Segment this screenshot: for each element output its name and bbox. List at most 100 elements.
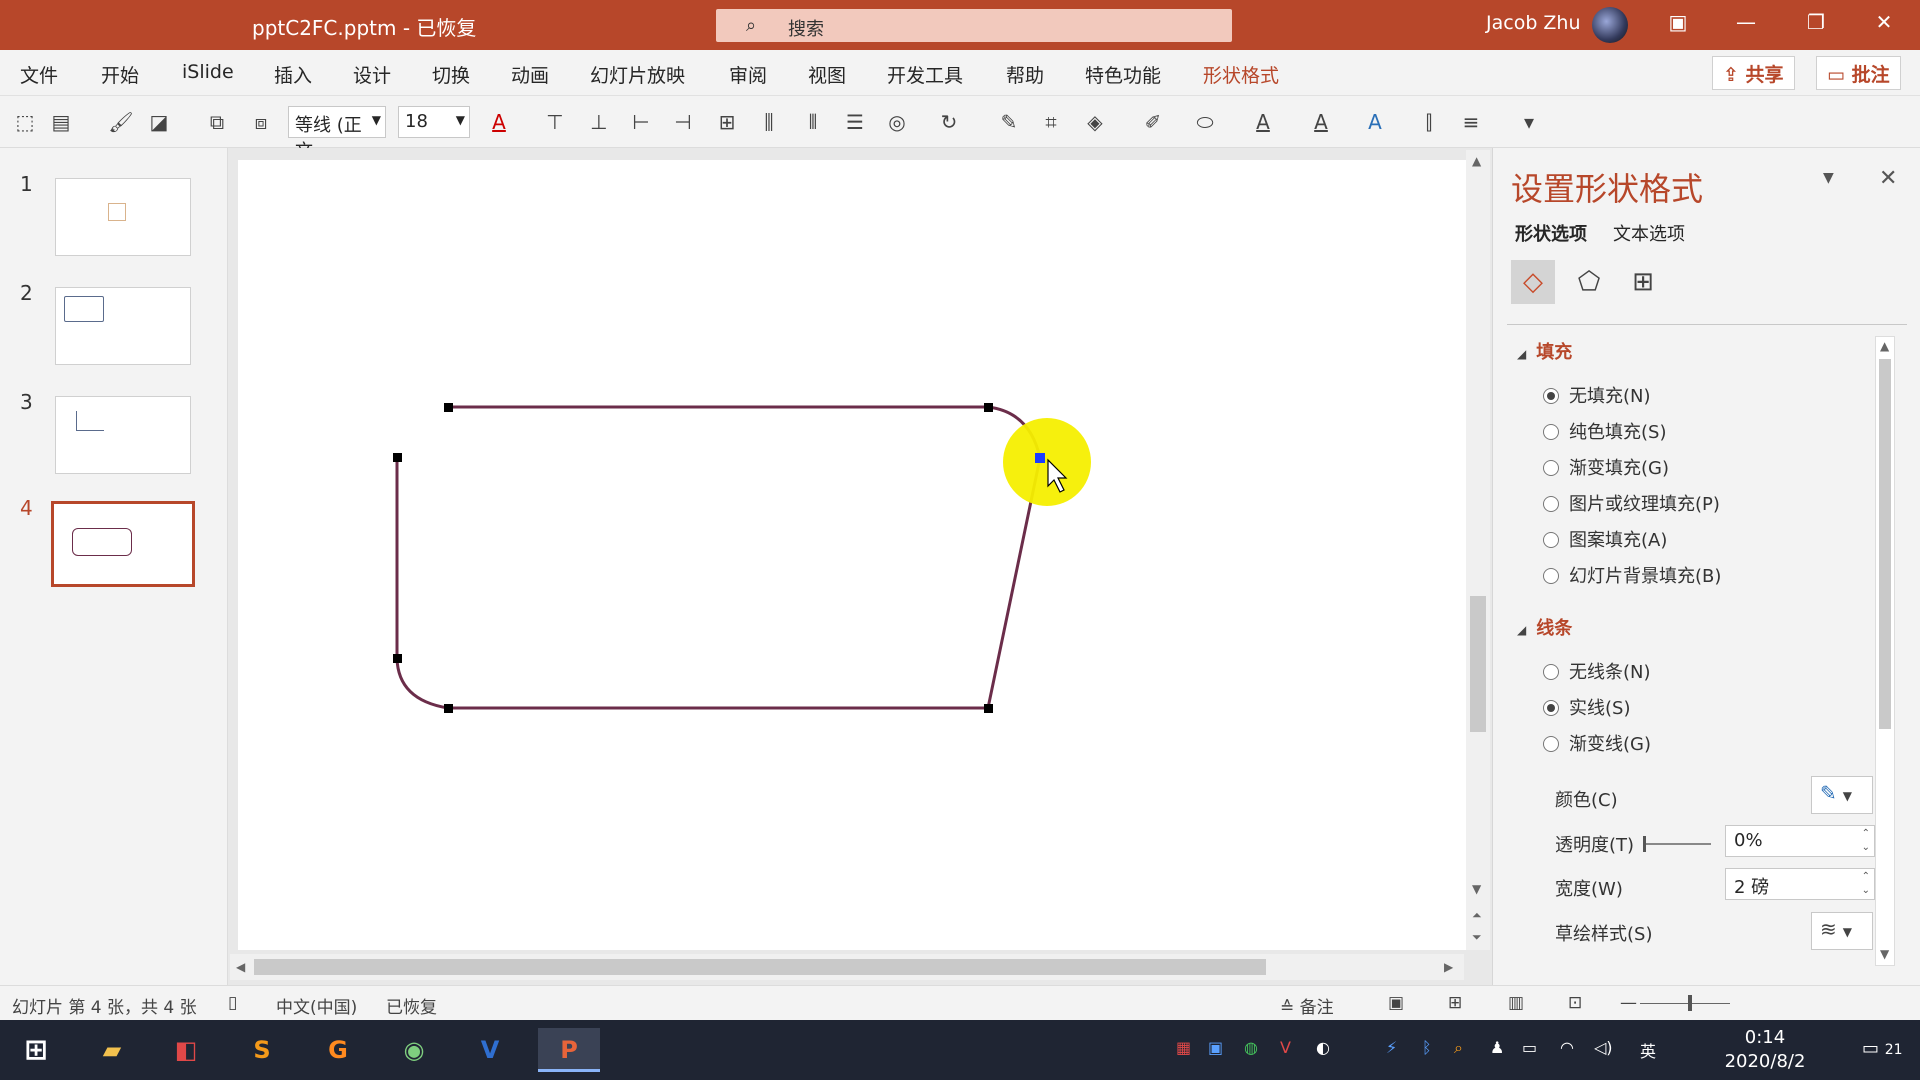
sketch-style-label: 草绘样式(S)	[1555, 924, 1653, 945]
visio-icon[interactable]: V	[466, 1028, 514, 1072]
slideshow-icon[interactable]: ⊡	[1568, 993, 1582, 1013]
tab-shape-options[interactable]: 形状选项	[1515, 220, 1587, 246]
transparency-slider[interactable]	[1643, 836, 1711, 852]
search-tray-icon[interactable]: ⌕	[1454, 1038, 1463, 1058]
tray-app-icon[interactable]: ◐	[1316, 1038, 1330, 1057]
tray-app-icon[interactable]: V	[1280, 1038, 1291, 1057]
sketch-style-button[interactable]: ≋ ▼	[1811, 912, 1873, 950]
ime-icon[interactable]: 英	[1640, 1038, 1656, 1062]
tray-app-icon[interactable]: ▦	[1176, 1038, 1191, 1057]
radio-icon	[1543, 460, 1559, 476]
line-option-none[interactable]: 无线条(N)	[1543, 658, 1651, 684]
width-label: 宽度(W)	[1555, 879, 1623, 900]
scrollbar-thumb[interactable]	[1879, 359, 1891, 729]
slide-sorter-icon[interactable]: ⊞	[1448, 993, 1462, 1013]
scroll-up-icon[interactable]: ▲	[1880, 339, 1889, 353]
wifi-icon[interactable]: ◠	[1560, 1038, 1574, 1057]
vertical-scrollbar[interactable]: ▲ ▼ ⏶ ⏷	[1466, 150, 1490, 950]
tray-app-icon[interactable]: ▣	[1208, 1038, 1223, 1057]
line-option-gradient[interactable]: 渐变线(G)	[1543, 730, 1651, 756]
windows-start-icon[interactable]: ⊞	[12, 1028, 60, 1072]
scroll-down-icon[interactable]: ▼	[1880, 947, 1889, 961]
zoom-slider[interactable]	[1640, 1003, 1730, 1004]
divider	[1507, 324, 1907, 325]
edit-point[interactable]	[444, 403, 453, 412]
app-icon[interactable]: ◧	[162, 1028, 210, 1072]
spellcheck-icon[interactable]: ▯	[228, 993, 237, 1013]
fill-option-none[interactable]: 无填充(N)	[1543, 382, 1651, 408]
collapse-icon: ◢	[1517, 623, 1527, 637]
next-slide-icon[interactable]: ⏷	[1472, 930, 1482, 945]
status-bar: 幻灯片 第 4 张，共 4 张 ▯ 中文(中国) 已恢复 ≙ 备注 ▣ ⊞ ▥ …	[0, 985, 1920, 1020]
edit-point[interactable]	[444, 704, 453, 713]
line-option-solid[interactable]: 实线(S)	[1543, 694, 1630, 720]
effects-icon[interactable]: ⬠	[1567, 260, 1611, 304]
radio-icon	[1543, 568, 1559, 584]
scroll-left-icon[interactable]: ◀	[236, 960, 245, 974]
outline-color-button[interactable]: ✎ ▼	[1811, 776, 1873, 814]
spinner-icon[interactable]: ⌃ ⌄	[1862, 827, 1870, 855]
format-shape-pane: 设置形状格式 ▼ ✕ 形状选项 文本选项 ◇ ⬠ ⊞ ◢ 填充 无填充(N) 纯色…	[1492, 148, 1920, 985]
edit-point[interactable]	[393, 453, 402, 462]
line-section-header[interactable]: ◢ 线条	[1517, 614, 1572, 640]
edit-point[interactable]	[984, 704, 993, 713]
radio-icon	[1543, 700, 1559, 716]
tab-text-options[interactable]: 文本选项	[1613, 220, 1685, 246]
notification-center[interactable]: ▭ 21	[1862, 1038, 1903, 1059]
fill-section-header[interactable]: ◢ 填充	[1517, 338, 1572, 364]
reading-view-icon[interactable]: ▥	[1508, 993, 1524, 1013]
sublime-text-icon[interactable]: S	[238, 1028, 286, 1072]
freeform-shape[interactable]	[395, 405, 1042, 710]
radio-icon	[1543, 424, 1559, 440]
notification-icon: ▭	[1862, 1038, 1880, 1059]
slider-handle[interactable]	[1643, 836, 1646, 852]
battery-icon[interactable]: ▭	[1522, 1038, 1537, 1057]
size-properties-icon[interactable]: ⊞	[1621, 260, 1665, 304]
radio-icon	[1543, 496, 1559, 512]
transparency-input[interactable]: 0% ⌃ ⌄	[1725, 825, 1875, 857]
sketch-style-icon: ≋	[1820, 917, 1837, 941]
edit-point-selected[interactable]	[1035, 453, 1045, 463]
file-explorer-icon[interactable]: ▰	[88, 1028, 136, 1072]
recovered-status: 已恢复	[386, 998, 437, 1018]
pane-scrollbar[interactable]: ▲ ▼	[1875, 336, 1895, 966]
scroll-up-icon[interactable]: ▲	[1472, 154, 1481, 168]
fill-line-icon[interactable]: ◇	[1511, 260, 1555, 304]
fill-option-solid[interactable]: 纯色填充(S)	[1543, 418, 1666, 444]
horizontal-scrollbar[interactable]: ◀ ▶	[230, 954, 1464, 980]
width-input[interactable]: 2 磅 ⌃ ⌄	[1725, 868, 1875, 900]
bluetooth-icon[interactable]: ᛒ	[1422, 1038, 1432, 1057]
wechat-icon[interactable]: ◍	[1244, 1038, 1258, 1057]
fill-option-gradient[interactable]: 渐变填充(G)	[1543, 454, 1669, 480]
chevron-down-icon: ▼	[1842, 925, 1852, 939]
fill-option-pattern[interactable]: 图案填充(A)	[1543, 526, 1667, 552]
previous-slide-icon[interactable]: ⏶	[1472, 908, 1482, 923]
edit-point[interactable]	[984, 403, 993, 412]
chevron-down-icon[interactable]: ▼	[1823, 170, 1834, 186]
normal-view-icon[interactable]: ▣	[1388, 993, 1404, 1013]
chevron-down-icon: ▼	[1842, 789, 1852, 803]
pane-title: 设置形状格式	[1511, 170, 1704, 208]
notes-button[interactable]: ≙ 备注	[1280, 993, 1334, 1018]
scrollbar-thumb[interactable]	[1470, 596, 1486, 732]
powerpoint-icon[interactable]: P	[538, 1028, 600, 1072]
scrollbar-thumb[interactable]	[254, 959, 1266, 975]
tray-app-icon[interactable]: ⚡	[1386, 1038, 1397, 1057]
zoom-out-icon[interactable]: —	[1620, 993, 1637, 1013]
close-icon[interactable]: ✕	[1879, 166, 1897, 191]
zoom-slider-handle[interactable]	[1688, 995, 1692, 1011]
volume-icon[interactable]: ◁)	[1594, 1038, 1613, 1057]
radio-icon	[1543, 388, 1559, 404]
pdf-reader-icon[interactable]: G	[314, 1028, 362, 1072]
browser-icon[interactable]: ◉	[390, 1028, 438, 1072]
spinner-icon[interactable]: ⌃ ⌄	[1862, 870, 1870, 898]
scroll-down-icon[interactable]: ▼	[1472, 882, 1481, 896]
edit-point[interactable]	[393, 654, 402, 663]
tray-app-icon[interactable]: ♟	[1490, 1038, 1504, 1057]
pen-color-icon: ✎	[1820, 781, 1837, 805]
scroll-right-icon[interactable]: ▶	[1444, 960, 1453, 974]
fill-option-slide-background[interactable]: 幻灯片背景填充(B)	[1543, 562, 1721, 588]
clock[interactable]: 0:14 2020/8/2	[1720, 1026, 1810, 1074]
fill-option-picture[interactable]: 图片或纹理填充(P)	[1543, 490, 1720, 516]
language-status[interactable]: 中文(中国)	[276, 993, 357, 1018]
